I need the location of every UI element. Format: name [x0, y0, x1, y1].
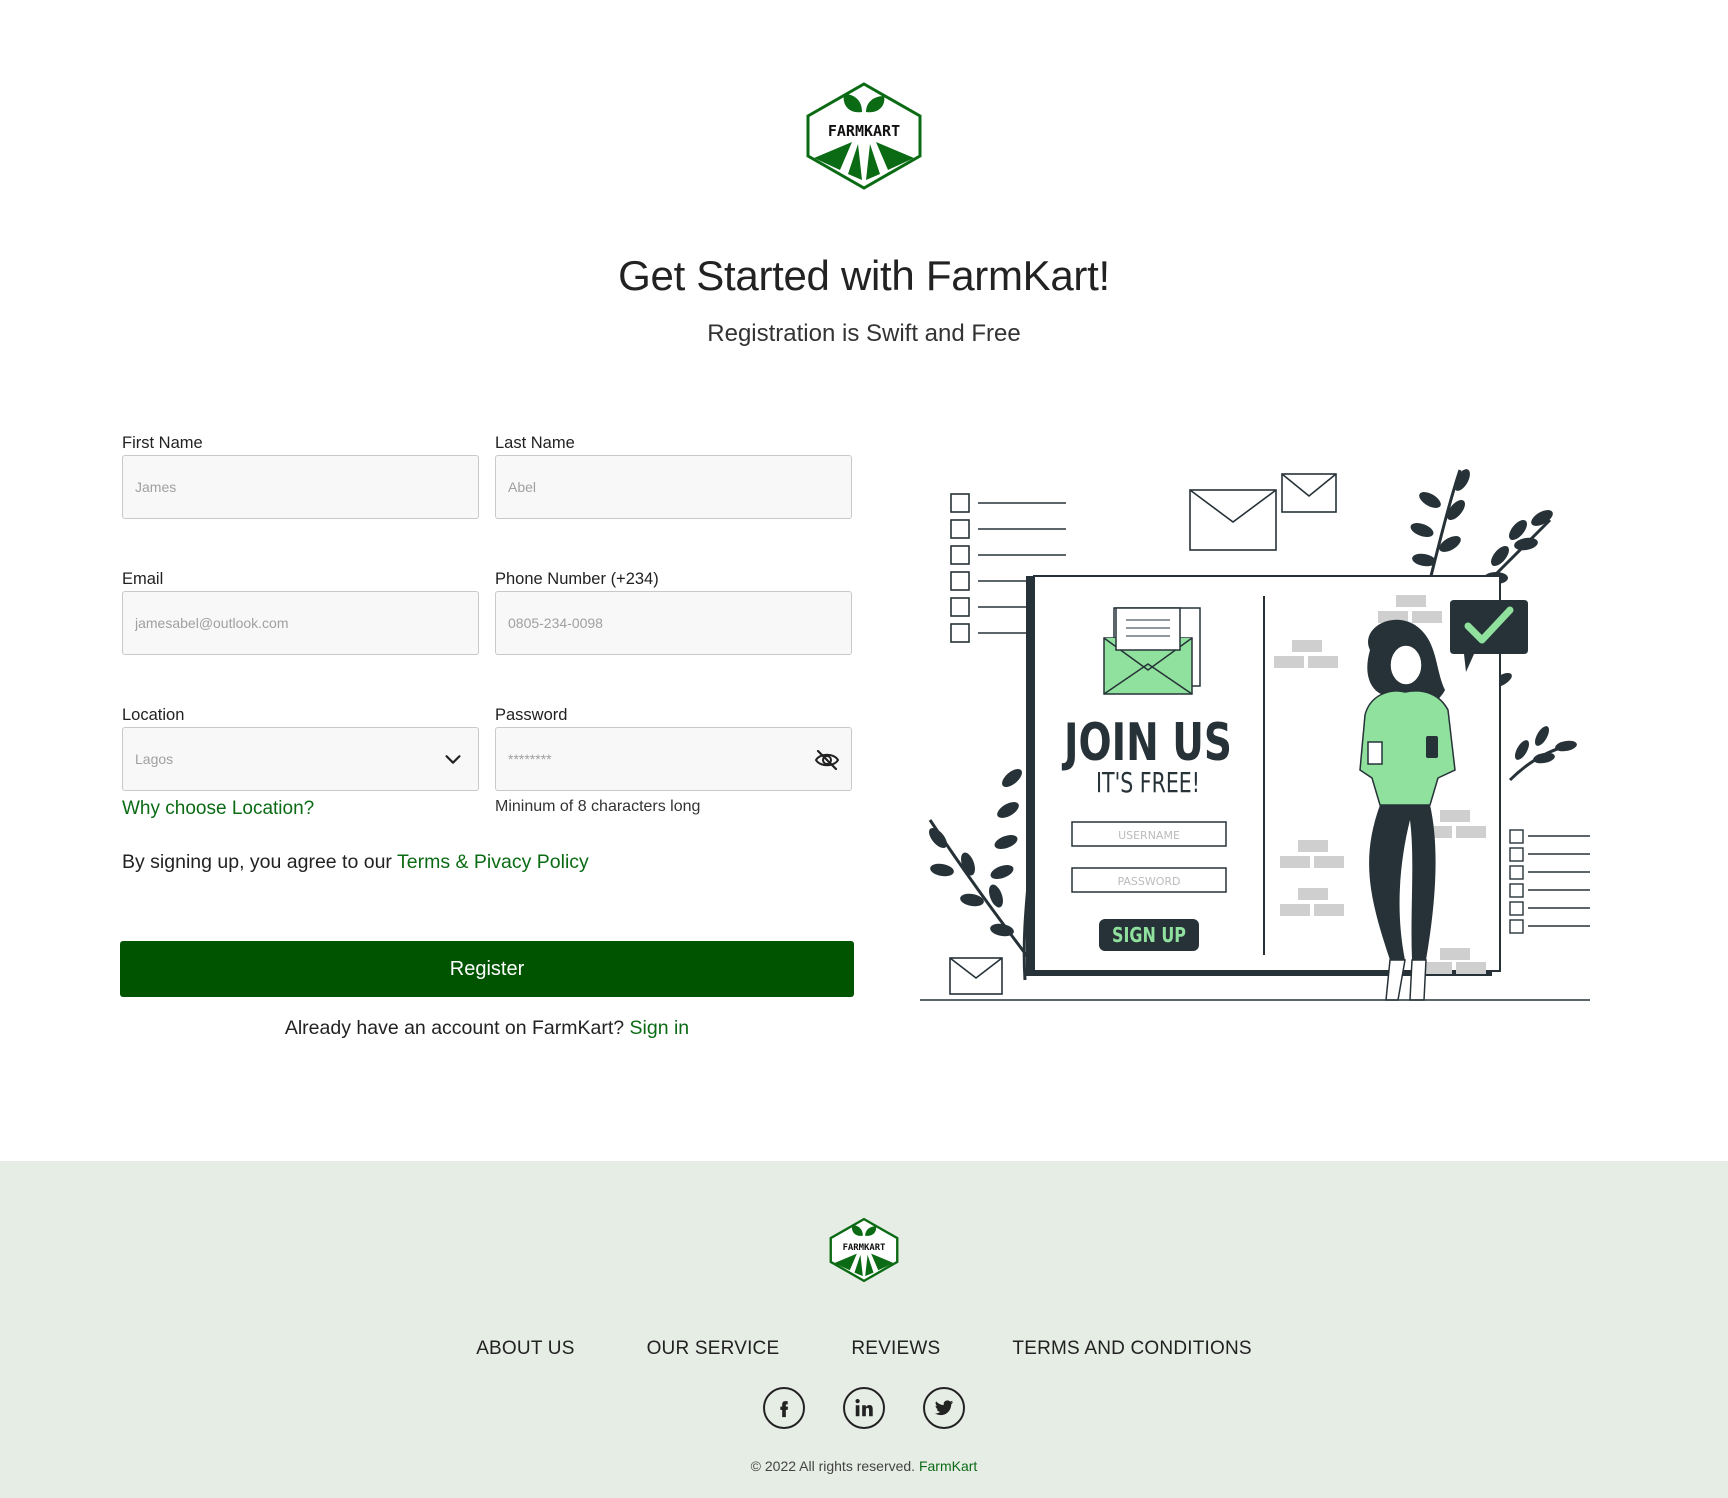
terms-privacy-link[interactable]: Terms & Pivacy Policy — [397, 851, 589, 873]
footer: FARMKART ABOUT US OUR SERVICE REVIEWS TE… — [0, 1161, 1728, 1498]
agree-text: By signing up, you agree to our — [122, 851, 397, 873]
email-input[interactable] — [123, 592, 478, 654]
farmkart-logo: FARMKART — [829, 1217, 899, 1283]
have-account-label: Already have an account on FarmKart? — [284, 1017, 630, 1039]
svg-text:IT'S FREE!: IT'S FREE! — [1096, 766, 1200, 799]
chevron-down-icon — [445, 755, 461, 764]
password-input[interactable] — [496, 728, 851, 790]
page-subtitle: Registration is Swift and Free — [707, 320, 1021, 347]
first-name-field[interactable] — [122, 455, 479, 519]
location-select[interactable]: Lagos — [122, 727, 479, 791]
why-location-link[interactable]: Why choose Location? — [122, 798, 314, 820]
password-hint: Mininum of 8 characters long — [495, 798, 701, 815]
footer-link-reviews[interactable]: REVIEWS — [851, 1338, 940, 1360]
phone-input[interactable] — [496, 592, 851, 654]
phone-field[interactable] — [495, 591, 852, 655]
linkedin-icon[interactable] — [843, 1387, 885, 1429]
footer-link-about-us[interactable]: ABOUT US — [476, 1338, 574, 1360]
footer-link-our-service[interactable]: OUR SERVICE — [647, 1338, 780, 1360]
copyright-text: © 2022 All rights reserved. — [750, 1458, 919, 1474]
register-button[interactable]: Register — [120, 941, 854, 997]
footer-nav: ABOUT US OUR SERVICE REVIEWS TERMS AND C… — [0, 1338, 1728, 1360]
first-name-label: First Name — [122, 434, 203, 452]
password-field[interactable] — [495, 727, 852, 791]
location-label: Location — [122, 706, 185, 724]
email-label: Email — [122, 570, 164, 588]
terms-agreement: By signing up, you agree to our Terms & … — [122, 851, 589, 874]
location-value: Lagos — [135, 751, 174, 767]
twitter-icon[interactable] — [923, 1387, 965, 1429]
join-us-illustration: JOIN US IT'S FREE! USERNAME PASSWORD SIG… — [920, 469, 1590, 1001]
last-name-label: Last Name — [495, 434, 575, 452]
svg-text:PASSWORD: PASSWORD — [1117, 875, 1180, 888]
last-name-field[interactable] — [495, 455, 852, 519]
farmkart-logo: FARMKART — [806, 82, 922, 190]
have-account-text: Already have an account on FarmKart? Sig… — [0, 1017, 974, 1040]
facebook-icon[interactable] — [763, 1387, 805, 1429]
svg-text:FARMKART: FARMKART — [843, 1243, 886, 1253]
first-name-input[interactable] — [123, 456, 478, 518]
copyright-brand-link[interactable]: FarmKart — [919, 1458, 977, 1474]
password-label: Password — [495, 706, 568, 724]
sign-in-link[interactable]: Sign in — [630, 1017, 690, 1039]
svg-text:FARMKART: FARMKART — [828, 122, 900, 140]
last-name-input[interactable] — [496, 456, 851, 518]
phone-label: Phone Number (+234) — [495, 570, 659, 588]
page-title: Get Started with FarmKart! — [618, 252, 1110, 299]
svg-text:USERNAME: USERNAME — [1118, 829, 1180, 842]
social-links — [0, 1387, 1728, 1429]
footer-link-terms[interactable]: TERMS AND CONDITIONS — [1012, 1338, 1251, 1360]
eye-off-icon[interactable] — [813, 746, 841, 774]
svg-text:JOIN US: JOIN US — [1062, 713, 1232, 773]
copyright: © 2022 All rights reserved. FarmKart — [0, 1458, 1728, 1474]
email-field[interactable] — [122, 591, 479, 655]
svg-text:SIGN UP: SIGN UP — [1112, 923, 1186, 947]
